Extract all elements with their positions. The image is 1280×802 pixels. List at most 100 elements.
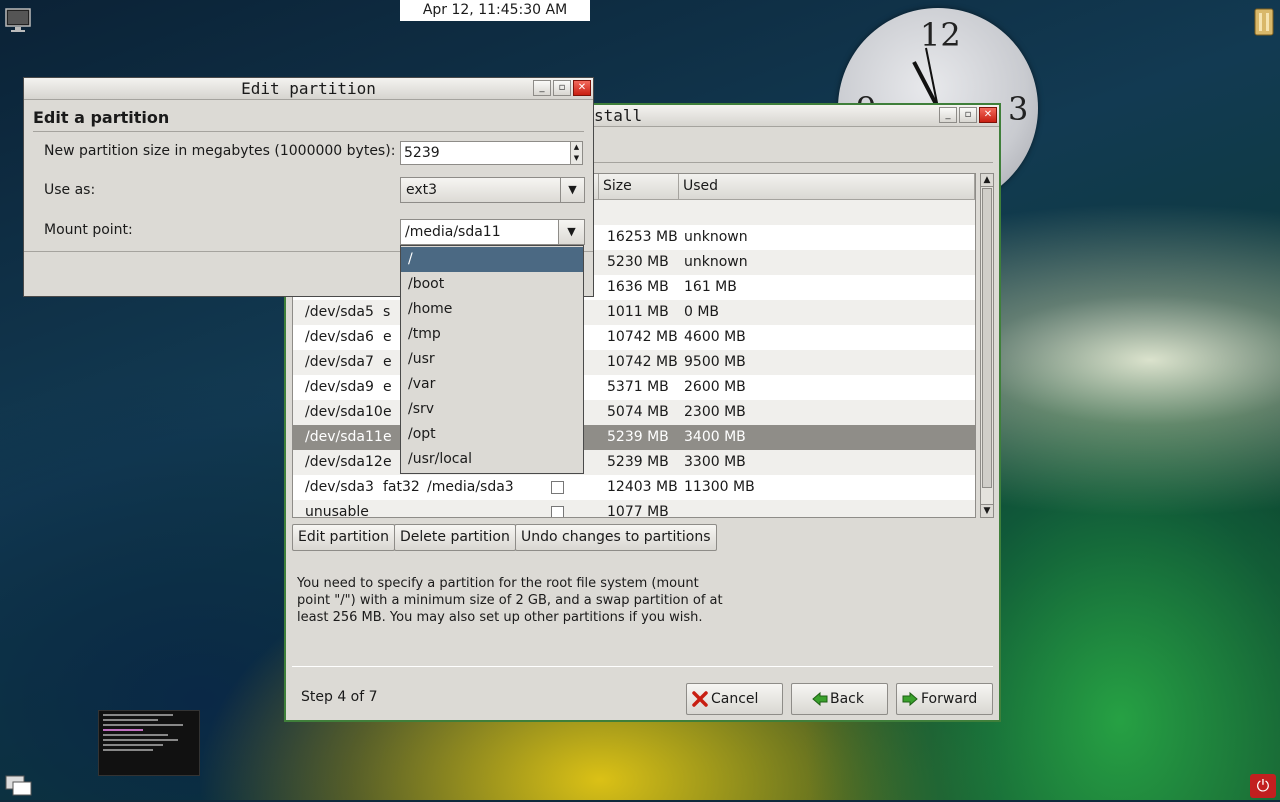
mount-point-combo[interactable]: /media/sda11 ▼ <box>400 219 585 245</box>
table-row[interactable]: /dev/sda3 fat32/media/sda3 12403 MB 11300 M… <box>293 475 975 500</box>
cell-used: unknown <box>684 229 748 245</box>
trash-icon[interactable] <box>1250 5 1278 37</box>
cell-size: 10742 MB <box>607 354 678 370</box>
maximize-button[interactable]: ▫ <box>959 107 977 123</box>
dropdown-option[interactable]: / <box>401 247 583 272</box>
table-row[interactable]: unusable 1077 MB <box>293 500 975 518</box>
edit-partition-button[interactable]: Edit partition <box>292 524 395 551</box>
use-as-label: Use as: <box>44 182 96 198</box>
mount-point-dropdown[interactable]: / /boot /home /tmp /usr /var /srv /opt /… <box>400 245 584 474</box>
cell-device: /dev/sda10 <box>305 404 383 420</box>
cell-size: 1077 MB <box>607 504 669 518</box>
monitor-icon[interactable] <box>4 6 32 34</box>
dropdown-option[interactable]: /var <box>401 372 583 397</box>
dialog-heading: Edit a partition <box>33 108 170 127</box>
cell-used: unknown <box>684 254 748 270</box>
cell-used: 2300 MB <box>684 404 746 420</box>
cell-device: /dev/sda11 <box>305 429 383 445</box>
edit-dialog-title: Edit partition <box>241 79 376 98</box>
cell-device: /dev/sda9 <box>305 379 374 395</box>
cell-used <box>679 500 969 517</box>
cell-used <box>679 200 969 225</box>
table-row[interactable]: /dev/sda11 e 5239 MB 3400 MB <box>293 425 975 450</box>
cell-device: /dev/sda5 <box>305 304 374 320</box>
cell-type: fat32 <box>383 479 420 495</box>
window-switcher-icon[interactable] <box>4 774 34 798</box>
dropdown-option[interactable]: /tmp <box>401 322 583 347</box>
header-size[interactable]: Size <box>599 174 679 199</box>
cancel-label: Cancel <box>711 691 759 707</box>
cancel-x-icon <box>692 691 708 707</box>
separator <box>292 666 993 667</box>
close-button[interactable]: ✕ <box>979 107 997 123</box>
table-row[interactable]: /dev/sda5 s 1011 MB 0 MB <box>293 300 975 325</box>
dialog-maximize-button[interactable]: ▫ <box>553 80 571 96</box>
cell-used: 3400 MB <box>684 429 746 445</box>
size-label: New partition size in megabytes (1000000… <box>44 143 396 159</box>
table-row[interactable]: /dev/sda9 e 5371 MB 2600 MB <box>293 375 975 400</box>
cell-size: 12403 MB <box>607 479 678 495</box>
back-button[interactable]: Back <box>791 683 888 715</box>
edit-dialog-titlebar[interactable]: Edit partition _ ▫ ✕ <box>24 78 593 100</box>
dropdown-option[interactable]: /home <box>401 297 583 322</box>
table-row[interactable]: /dev/sda12 e 5239 MB 3300 MB <box>293 450 975 475</box>
use-as-combo[interactable]: ext3 ▼ <box>400 177 585 203</box>
cell-used: 2600 MB <box>684 379 746 395</box>
size-spinbox[interactable]: 5239 ▲ ▼ <box>400 141 583 165</box>
heading-separator <box>33 131 584 132</box>
cell-size: 16253 MB <box>607 229 678 245</box>
cell-mount: /media/sda3 <box>427 479 514 495</box>
size-value[interactable]: 5239 <box>404 145 440 161</box>
cell-used: 0 MB <box>684 304 720 320</box>
dropdown-option[interactable]: /srv <box>401 397 583 422</box>
cell-mount <box>427 500 551 517</box>
dropdown-option[interactable]: /usr/local <box>401 447 583 472</box>
cell-size: 5239 MB <box>607 454 669 470</box>
cell-device: unusable <box>305 504 369 518</box>
cell-size: 5371 MB <box>607 379 669 395</box>
cell-device: /dev/sda12 <box>305 454 383 470</box>
chevron-down-icon[interactable]: ▼ <box>558 220 584 244</box>
dropdown-option[interactable]: /usr <box>401 347 583 372</box>
power-icon[interactable]: ⏻ <box>1250 774 1276 798</box>
table-row[interactable]: /dev/sda6 e 10742 MB 4600 MB <box>293 325 975 350</box>
cell-format <box>551 500 599 517</box>
cell-size: 5074 MB <box>607 404 669 420</box>
scroll-thumb[interactable] <box>982 188 992 488</box>
dialog-minimize-button[interactable]: _ <box>533 80 551 96</box>
top-clock[interactable]: Apr 12, 11:45:30 AM <box>400 0 590 21</box>
cell-size: 1636 MB <box>607 279 669 295</box>
format-checkbox[interactable] <box>551 505 564 517</box>
delete-partition-button[interactable]: Delete partition <box>394 524 516 551</box>
cell-size: 5239 MB <box>607 429 669 445</box>
dropdown-option[interactable]: /boot <box>401 272 583 297</box>
mount-point-value[interactable]: /media/sda11 <box>405 224 501 240</box>
forward-button[interactable]: Forward <box>896 683 993 715</box>
chevron-down-icon[interactable]: ▼ <box>560 178 584 202</box>
scroll-down-icon[interactable]: ▼ <box>981 504 993 517</box>
cancel-button[interactable]: Cancel <box>686 683 783 715</box>
table-row[interactable]: /dev/sda7 e 10742 MB 9500 MB <box>293 350 975 375</box>
scroll-up-icon[interactable]: ▲ <box>981 174 993 187</box>
header-used[interactable]: Used <box>679 174 975 199</box>
dialog-close-button[interactable]: ✕ <box>573 80 591 96</box>
cell-size: 1011 MB <box>607 304 669 320</box>
cell-device: /dev/sda3 <box>305 479 374 495</box>
table-scrollbar[interactable]: ▲ ▼ <box>980 173 994 518</box>
terminal-thumbnail[interactable] <box>98 710 200 776</box>
cell-device: /dev/sda6 <box>305 329 374 345</box>
minimize-button[interactable]: _ <box>939 107 957 123</box>
undo-changes-button[interactable]: Undo changes to partitions <box>515 524 717 551</box>
cell-used: 11300 MB <box>684 479 755 495</box>
table-row[interactable]: /dev/sda10 e 5074 MB 2300 MB <box>293 400 975 425</box>
format-checkbox[interactable] <box>551 480 564 494</box>
cell-size: 10742 MB <box>607 329 678 345</box>
forward-label: Forward <box>921 691 978 707</box>
cell-size <box>599 200 679 225</box>
use-as-value: ext3 <box>406 182 438 198</box>
spin-arrows-icon[interactable]: ▲ ▼ <box>570 142 582 164</box>
cell-used: 161 MB <box>684 279 737 295</box>
cell-used: 9500 MB <box>684 354 746 370</box>
forward-arrow-icon <box>902 691 918 707</box>
dropdown-option[interactable]: /opt <box>401 422 583 447</box>
